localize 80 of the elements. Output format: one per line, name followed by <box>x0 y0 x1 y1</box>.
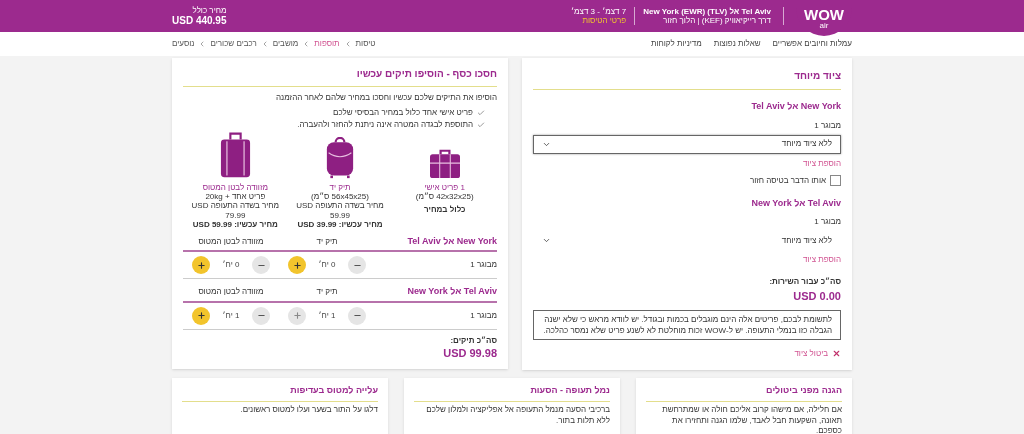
bag-size: פריט אחד + 20kg <box>205 192 266 202</box>
bag-name: 1 פריט אישי <box>424 183 465 192</box>
bag-price: כלול במחיר <box>423 205 466 215</box>
passenger-label: מבוגר 1 <box>469 309 497 322</box>
card-text: דלגו על התור בשער ועלו למטוס ראשונים. <box>239 405 378 416</box>
leg-route: New York אל Tel Aviv <box>750 100 841 113</box>
select-value: ללא ציוד מיוחד <box>781 234 832 247</box>
passenger-label: מבוגר 1 <box>813 119 841 132</box>
card-title: נמל תעופה - הסעות <box>529 383 610 397</box>
plus-button[interactable] <box>192 256 210 275</box>
passenger-label: מבוגר 1 <box>469 259 497 272</box>
quantity: 0 יח׳ <box>221 259 241 272</box>
plus-button[interactable] <box>192 306 210 325</box>
check-text: פריט אישי אחד כלול במחיר הבסיסי שלכם <box>333 107 473 119</box>
total-label: סה״כ תיקים: <box>449 334 497 347</box>
plus-icon <box>196 260 206 270</box>
checkbox-label: אותו הדבר בטיסה חזור <box>749 174 826 187</box>
leg-route: New York אל Tel Aviv <box>406 234 497 248</box>
plus-button[interactable] <box>288 256 306 275</box>
airport-price: מחיר בשדה התעופה USD 59.99 <box>295 201 385 220</box>
top-link[interactable]: שאלות נפוצות <box>713 38 761 50</box>
passenger-label: מבוגר 1 <box>813 216 841 228</box>
bag-size: (56x45x25 ס״מ) <box>311 192 369 202</box>
equipment-select[interactable]: ללא ציוד מיוחד <box>533 231 841 250</box>
column-header: תיק יד <box>315 286 339 299</box>
suitcase-icon <box>218 131 252 179</box>
briefcase-icon <box>428 149 461 179</box>
close-icon <box>832 349 841 359</box>
card-title: עלייה למטוס בעדיפות <box>289 383 378 397</box>
airport-price: מחיר בשדה התעופה USD 79.99 <box>190 201 281 220</box>
total-price: USD 440.95 <box>172 14 227 27</box>
bag-price: מחיר עכשיו: USD 39.99 <box>297 219 383 229</box>
plus-icon <box>292 311 302 321</box>
quantity: 0 יח׳ <box>317 259 337 272</box>
card-text: אם חלילה, אם מישהו קרוב אליכם חולה או שמתרחשת תאונה, השקעות חבל לאבד, שלמו הגנה ותחזירו את כספכם. <box>661 405 842 434</box>
route-title: Tel Aviv אל (TLV) New York (EWR) <box>643 6 771 16</box>
price-label: מחיר כולל <box>191 5 227 15</box>
add-equipment-link[interactable]: הוספת ציוד <box>533 254 841 266</box>
card-title: חסכו כסף - הוסיפו תיקים עכשיו <box>355 67 497 81</box>
card-text: ברכיבי הסעה מנמל התעופה אל אפליקציה ולמלון שלכם ללא תלות בתור. <box>425 405 610 427</box>
column-header: תיק יד <box>315 235 339 248</box>
quantity: 1 יח׳ <box>317 309 337 322</box>
intro-text: הוסיפו את התיקים שלכם עכשיו וחסכו במחיר שלהם לאחר ההזמנה <box>275 92 497 104</box>
bag-size: (42x32x25 ס״מ) <box>415 192 474 202</box>
notice-box: לתשומת לבכם, פריטים אלה הינם מוגבלים בכמות ובגודל. יש לוודא מראש כי שלא ישנה הגבלה כזו בנמלי התעופה. יש ל-WOW זכות מוחלטת לא לשנע פריט שלא נמסר כהלכה. <box>533 309 841 340</box>
column-header: מזוודה לבטן המטוס <box>197 235 265 248</box>
breadcrumb-step[interactable]: תוספות <box>314 38 340 50</box>
breadcrumb-step[interactable]: טיסות <box>355 38 376 50</box>
breadcrumb-step[interactable]: מושבים <box>272 38 299 50</box>
route-subtitle: דרך רייקיאוויק (KEF) | הלוך חזור <box>662 16 771 26</box>
column-header: מזוודה לבטן המטוס <box>197 286 265 299</box>
checkbox[interactable] <box>830 175 841 186</box>
flight-details-link[interactable]: פרטי הטיסות <box>571 16 627 26</box>
bag-name: תיק יד <box>329 183 351 193</box>
quantity: 1 יח׳ <box>221 309 241 322</box>
top-link[interactable]: עמלות וחיובים אפשריים <box>772 38 852 50</box>
plus-icon <box>196 311 206 321</box>
card-title: הגנה מפני ביטולים <box>765 383 842 397</box>
top-link[interactable]: מדיניות לקוחות <box>650 38 702 50</box>
flight-dates: 7 דצמ׳ - 3 דצמ׳ <box>571 6 627 16</box>
logo-text: WOW <box>804 6 844 22</box>
total-amount: USD 0.00 <box>792 289 841 304</box>
logo-subtext: air <box>819 21 829 30</box>
bag-price: מחיר עכשיו: USD 59.99 <box>192 219 278 229</box>
breadcrumb-step[interactable]: נוסעים <box>172 38 195 50</box>
leg-route: Tel Aviv אל New York <box>750 196 841 210</box>
total-amount: USD 99.98 <box>442 346 497 361</box>
cancel-equipment-link[interactable]: ביטול ציוד <box>794 347 828 360</box>
equipment-select[interactable]: ללא ציוד מיוחד <box>533 134 841 154</box>
leg-route: Tel Aviv אל New York <box>406 285 497 299</box>
select-value: ללא ציוד מיוחד <box>781 138 832 150</box>
breadcrumb-step[interactable]: רכבים שכורים <box>210 38 257 50</box>
caret-icon <box>542 236 551 245</box>
bag-name: מזוודה לבטן המטוס <box>202 183 268 193</box>
total-label: סה״כ עבור השירות: <box>768 276 841 288</box>
check-text: התוספת לבגדה המטרה אינה ניתנת להחזר ולהעברה. <box>297 119 473 131</box>
backpack-icon <box>325 137 355 179</box>
plus-icon <box>292 260 302 270</box>
add-equipment-link[interactable]: הוספת ציוד <box>533 157 841 170</box>
card-title: ציוד מיוחד <box>793 69 841 83</box>
